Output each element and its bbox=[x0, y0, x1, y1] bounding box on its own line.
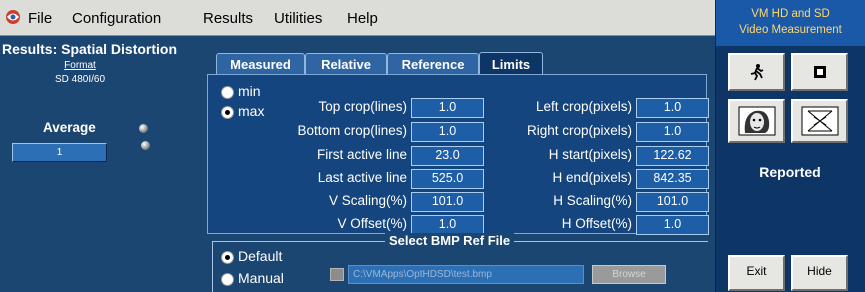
app-title: VM HD and SD Video Measurement bbox=[715, 0, 865, 46]
bmp-ref-title: Select BMP Ref File bbox=[385, 233, 515, 248]
exit-button[interactable]: Exit bbox=[728, 255, 785, 291]
first-active-line-label: First active line bbox=[316, 147, 407, 162]
pattern-view-button[interactable] bbox=[791, 99, 848, 143]
file-toggle-button[interactable] bbox=[330, 268, 344, 281]
app-title-line1: VM HD and SD bbox=[751, 8, 830, 20]
first-active-line-field[interactable]: 23.0 bbox=[411, 146, 484, 166]
face-image-icon bbox=[738, 106, 775, 136]
stop-button[interactable] bbox=[791, 53, 848, 91]
h-end-field[interactable]: 842.35 bbox=[636, 169, 709, 189]
top-crop-field[interactable]: 1.0 bbox=[411, 98, 484, 118]
default-label: Default bbox=[238, 248, 283, 264]
h-start-field[interactable]: 122.62 bbox=[636, 146, 709, 166]
format-value: SD 480I/60 bbox=[54, 74, 106, 85]
h-scaling-label: H Scaling(%) bbox=[553, 193, 632, 208]
max-label: max bbox=[238, 103, 265, 119]
tab-reference[interactable]: Reference bbox=[387, 53, 479, 75]
bottom-crop-field[interactable]: 1.0 bbox=[411, 122, 484, 142]
reported-label: Reported bbox=[759, 164, 821, 180]
results-title: Results: Spatial Distortion bbox=[2, 41, 178, 57]
default-radio[interactable] bbox=[221, 251, 234, 264]
h-end-label: H end(pixels) bbox=[552, 170, 632, 185]
v-offset-label: V Offset(%) bbox=[337, 216, 407, 231]
average-field[interactable]: 1 bbox=[12, 143, 107, 162]
bottom-crop-label: Bottom crop(lines) bbox=[297, 123, 407, 138]
max-radio[interactable] bbox=[221, 106, 234, 119]
last-active-line-label: Last active line bbox=[317, 170, 407, 185]
right-crop-field[interactable]: 1.0 bbox=[636, 122, 709, 142]
h-offset-label: H Offset(%) bbox=[561, 216, 632, 231]
status-indicator-led bbox=[141, 141, 150, 150]
left-crop-field[interactable]: 1.0 bbox=[636, 98, 709, 118]
stop-icon bbox=[813, 66, 826, 78]
min-radio[interactable] bbox=[221, 86, 234, 99]
average-indicator-led bbox=[139, 124, 148, 133]
h-offset-field[interactable]: 1.0 bbox=[636, 215, 709, 235]
hide-button[interactable]: Hide bbox=[791, 255, 848, 291]
menu-configuration[interactable]: Configuration bbox=[72, 10, 161, 27]
v-scaling-label: V Scaling(%) bbox=[328, 193, 407, 208]
app-logo-icon bbox=[6, 10, 20, 24]
manual-label: Manual bbox=[238, 270, 284, 286]
left-crop-label: Left crop(pixels) bbox=[535, 99, 632, 114]
right-crop-label: Right crop(pixels) bbox=[526, 123, 632, 138]
menu-help[interactable]: Help bbox=[347, 10, 378, 27]
format-label: Format bbox=[64, 60, 96, 71]
manual-radio[interactable] bbox=[221, 273, 234, 286]
v-scaling-field[interactable]: 101.0 bbox=[411, 192, 484, 212]
top-crop-label: Top crop(lines) bbox=[318, 99, 407, 114]
menu-results[interactable]: Results bbox=[203, 10, 253, 27]
running-man-icon bbox=[750, 64, 763, 81]
min-label: min bbox=[238, 83, 261, 99]
menu-bar: File Configuration Results Utilities Hel… bbox=[0, 0, 715, 36]
tab-relative[interactable]: Relative bbox=[305, 53, 387, 75]
picture-view-button[interactable] bbox=[728, 99, 785, 143]
tab-measured[interactable]: Measured bbox=[216, 53, 305, 75]
run-button[interactable] bbox=[728, 53, 785, 91]
h-start-label: H start(pixels) bbox=[548, 147, 632, 162]
v-offset-field[interactable]: 1.0 bbox=[411, 215, 484, 235]
average-label: Average bbox=[43, 120, 96, 135]
menu-file[interactable]: File bbox=[28, 10, 52, 27]
browse-button[interactable]: Browse bbox=[592, 265, 666, 284]
distortion-pattern-icon bbox=[801, 106, 838, 136]
last-active-line-field[interactable]: 525.0 bbox=[411, 169, 484, 189]
tab-limits[interactable]: Limits bbox=[479, 52, 543, 76]
bmp-path-field[interactable]: C:\VMApps\OptHDSD\test.bmp bbox=[348, 265, 584, 284]
menu-utilities[interactable]: Utilities bbox=[274, 10, 322, 27]
h-scaling-field[interactable]: 101.0 bbox=[636, 192, 709, 212]
app-title-line2: Video Measurement bbox=[739, 24, 842, 36]
